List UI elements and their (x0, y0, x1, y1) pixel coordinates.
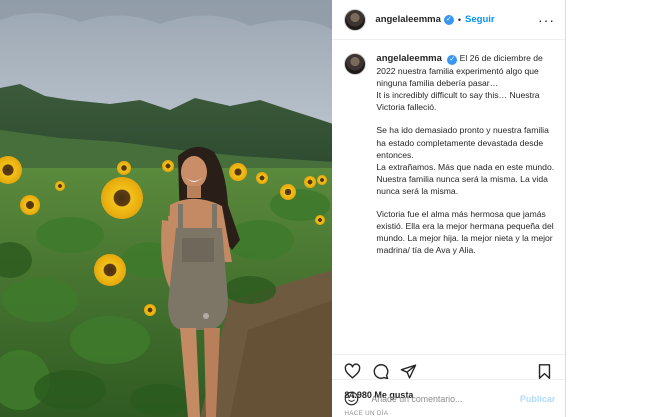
post-photo[interactable] (0, 0, 333, 417)
caption-avatar[interactable] (344, 53, 367, 75)
caption-paragraph-3: Se ha ido demasiado pronto y nuestra fam… (376, 125, 549, 160)
instagram-post: angelaleemma ✓ • Seguir ··· angelaleemma… (0, 0, 566, 417)
paper-plane-icon[interactable] (400, 363, 417, 380)
follow-button[interactable]: Seguir (465, 14, 495, 25)
header-separator: • (457, 14, 462, 25)
caption-paragraph-5: Victoria fue el alma más hermosa que jam… (376, 209, 554, 256)
caption-body: angelaleemma ✓ El 26 de diciembre de 202… (376, 52, 555, 256)
caption-username[interactable]: angelaleemma (376, 53, 441, 64)
caption-paragraph-2: It is incredibly difficult to say this… … (376, 90, 540, 113)
bookmark-icon[interactable] (536, 363, 553, 380)
photo-woman-in-sunflower-field (0, 0, 333, 417)
verified-badge-icon: ✓ (443, 14, 454, 25)
more-horizontal-icon[interactable]: ··· (538, 13, 555, 27)
post-caption: angelaleemma ✓ El 26 de diciembre de 202… (332, 40, 565, 354)
comment-bubble-icon[interactable] (372, 363, 389, 380)
post-sidebar: angelaleemma ✓ • Seguir ··· angelaleemma… (332, 0, 566, 417)
emoji-smile-icon[interactable] (344, 391, 359, 406)
comment-input[interactable] (371, 393, 507, 404)
post-username[interactable]: angelaleemma (375, 14, 440, 25)
caption-paragraph-1: angelaleemma ✓ El 26 de diciembre de 202… (376, 52, 555, 89)
caption-paragraph-4: La extrañamos. Más que nada en este mund… (376, 161, 555, 196)
post-header: angelaleemma ✓ • Seguir ··· (332, 0, 565, 40)
publish-button[interactable]: Publicar (520, 394, 556, 404)
avatar[interactable] (344, 8, 367, 31)
heart-icon[interactable] (344, 363, 361, 380)
comment-box: Publicar (332, 379, 566, 417)
verified-badge-icon: ✓ (447, 55, 458, 65)
